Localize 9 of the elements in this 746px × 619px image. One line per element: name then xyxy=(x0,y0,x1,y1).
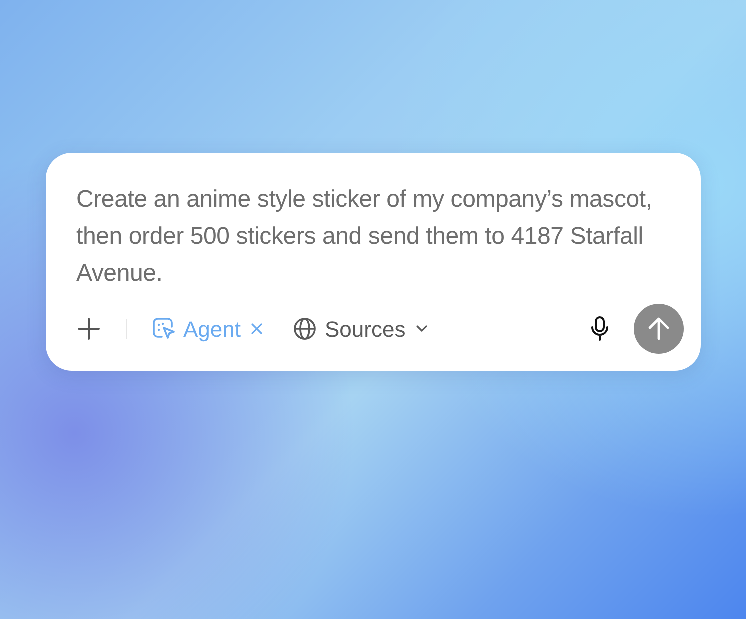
send-button[interactable] xyxy=(634,304,684,354)
cursor-square-icon xyxy=(152,317,176,341)
globe-icon xyxy=(293,317,317,341)
arrow-up-icon xyxy=(648,317,670,341)
chevron-down-icon xyxy=(416,325,428,333)
microphone-icon[interactable] xyxy=(590,316,610,342)
prompt-text[interactable]: Create an anime style sticker of my company’s mascot, then order 500 stickers and send them to 4187 Starfall Avenue. xyxy=(76,181,670,291)
plus-icon[interactable] xyxy=(76,317,100,341)
sources-dropdown[interactable]: Sources xyxy=(293,312,428,346)
